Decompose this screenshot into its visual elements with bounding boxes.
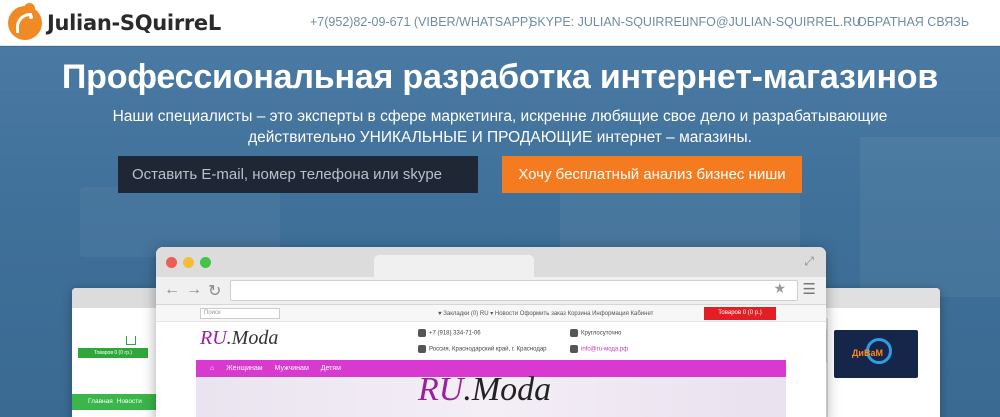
site-cart: Товаров 0 (0 р.) — [704, 307, 776, 320]
site-menu-kids: Детям — [320, 365, 341, 372]
menu-icon: ☰ — [802, 281, 816, 298]
nav-skype[interactable]: SKYPE: JULIAN-SQUIRREL — [529, 15, 689, 29]
site-banner-logo-ru: RU — [418, 371, 464, 408]
site-phone: +7 (918) 334-71-06 — [418, 329, 481, 337]
left-mock-nav: Главная Новости — [72, 394, 156, 410]
home-icon: ⌂ — [210, 365, 215, 372]
site-hours: Круглосуточно — [570, 329, 621, 337]
left-mock-nav-news: Новости — [116, 398, 142, 405]
url-field — [230, 280, 798, 301]
nav-phone[interactable]: +7(952)82-09-671 (VIBER/WHATSAPP) — [310, 15, 532, 29]
reload-icon: ↻ — [208, 283, 222, 300]
hero-subtitle: Наши специалисты – это эксперты в сфере … — [100, 106, 900, 148]
browser-address-bar: ← → ↻ ★ ☰ — [156, 277, 826, 305]
location-icon — [418, 345, 426, 353]
hero-title: Профессиональная разработка интернет-маг… — [61, 58, 939, 96]
expand-icon: ⤢ — [804, 254, 814, 268]
cart-icon — [126, 336, 136, 345]
mail-icon — [570, 345, 578, 353]
browser-mock: ⤢ ← → ↻ ★ ☰ Поиск ♥ Закладки (0) RU ▾ Но… — [156, 247, 826, 417]
left-mock-cart-label: Товаров 0 (0 гр.) — [78, 348, 148, 358]
clock-icon — [570, 329, 578, 337]
contact-input[interactable] — [118, 156, 478, 193]
site-preview: Поиск ♥ Закладки (0) RU ▾ Новости Оформи… — [156, 305, 826, 417]
site-banner-logo: RU.Moda — [418, 371, 551, 409]
site-top-links: ♥ Закладки (0) RU ▾ Новости Оформить зак… — [438, 311, 654, 317]
squirrel-logo-icon — [8, 3, 42, 40]
forward-arrow-icon: → — [186, 281, 202, 298]
browser-tab-bar: ⤢ — [156, 247, 826, 277]
maximize-dot-icon — [200, 257, 211, 268]
nav-email[interactable]: INFO@JULIAN-SQUIRREL.RU — [686, 15, 861, 29]
free-analysis-button[interactable]: Хочу бесплатный анализ бизнес ниши — [502, 156, 802, 193]
right-device-mock: ДиВаМ — [820, 288, 940, 417]
back-arrow-icon: ← — [164, 281, 180, 298]
nav-feedback[interactable]: ОБРАТНАЯ СВЯЗЬ — [857, 15, 969, 29]
close-dot-icon — [166, 257, 177, 268]
site-menu-women: Женщинам — [226, 365, 263, 372]
site-address: Россия, Краснодарский край, г. Краснодар — [418, 345, 547, 353]
browser-tab — [374, 255, 534, 277]
site-email: info@ru-мода.рф — [570, 345, 628, 353]
brand-name: Julian-SQuirreL — [47, 11, 221, 35]
brand-logo[interactable]: Julian-SQuirreL — [8, 3, 221, 42]
site-banner-logo-rest: .Moda — [463, 371, 552, 408]
top-header: Julian-SQuirreL +7(952)82-09-671 (VIBER/… — [0, 0, 1000, 46]
site-logo-rest: .Moda — [226, 327, 279, 349]
left-mock-nav-main: Главная — [88, 398, 113, 405]
hero-subtitle-line1: Наши специалисты – это эксперты в сфере … — [112, 108, 888, 125]
site-logo: RU.Moda — [200, 327, 278, 350]
right-mock-logo-word: ДиВаМ — [852, 348, 883, 358]
left-device-mock: Товаров 0 (0 гр.) Главная Новости — [72, 288, 156, 417]
star-icon: ★ — [773, 280, 786, 296]
site-logo-ru: RU — [200, 327, 227, 349]
site-search: Поиск — [200, 308, 280, 319]
site-top-strip: Поиск ♥ Закладки (0) RU ▾ Новости Оформи… — [156, 305, 826, 322]
phone-icon — [418, 329, 426, 337]
minimize-dot-icon — [183, 257, 194, 268]
site-menu-men: Мужчинам — [274, 365, 309, 372]
hero-subtitle-line2: действительно УНИКАЛЬНЫЕ И ПРОДАЮЩИЕ инт… — [248, 129, 752, 146]
right-mock-logo: ДиВаМ — [834, 330, 918, 378]
